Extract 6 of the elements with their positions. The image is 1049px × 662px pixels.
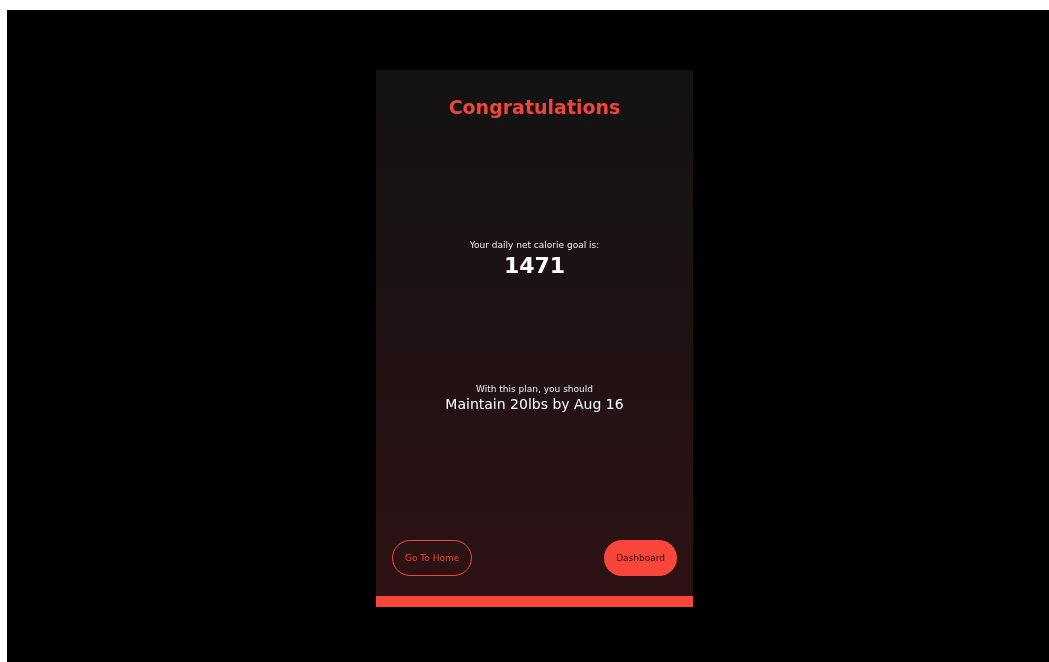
calorie-goal: 1471 [503, 253, 566, 278]
dashboard-button[interactable]: Dashboard [604, 540, 677, 576]
goal-label: Your daily net calorie goal is: [469, 240, 600, 250]
plan-result: Maintain 20lbs by Aug 16 [445, 396, 624, 412]
screen-title: Congratulations [448, 96, 621, 118]
plan-label: With this plan, you should [476, 384, 593, 394]
